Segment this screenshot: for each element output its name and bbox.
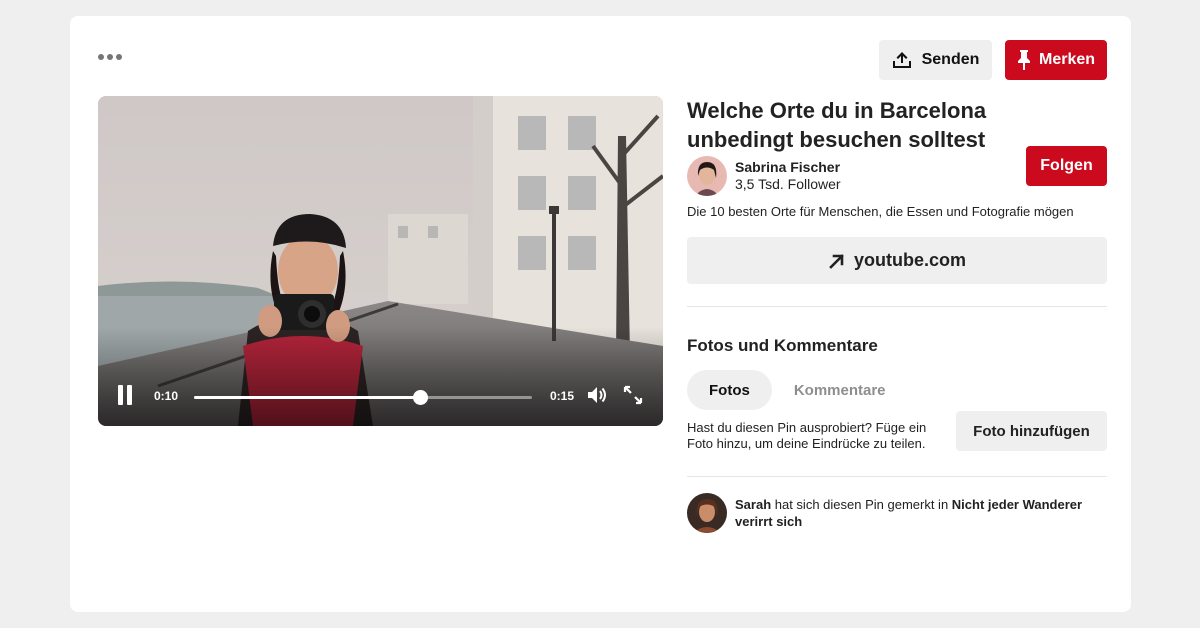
more-options-icon[interactable]	[98, 54, 122, 60]
comments-tabs: Fotos Kommentare	[687, 370, 908, 410]
pause-icon[interactable]	[118, 385, 132, 405]
current-time: 0:10	[154, 389, 179, 403]
pin-icon	[1017, 50, 1030, 70]
pin-description: Die 10 besten Orte für Menschen, die Ess…	[687, 204, 1074, 219]
video-controls: 0:10 0:15	[98, 370, 663, 426]
activity-user-avatar[interactable]	[687, 493, 727, 533]
author-avatar[interactable]	[687, 156, 727, 196]
progress-fill	[194, 396, 421, 399]
follow-button[interactable]: Folgen	[1026, 146, 1107, 186]
volume-icon[interactable]	[586, 384, 608, 406]
pin-title: Welche Orte du in Barcelona unbedingt be…	[687, 98, 987, 152]
progress-bar[interactable]	[194, 390, 532, 405]
divider	[687, 476, 1107, 477]
author-info[interactable]: Sabrina Fischer 3,5 Tsd. Follower	[687, 156, 841, 196]
video-player[interactable]: 0:10 0:15	[98, 96, 663, 426]
divider	[687, 306, 1107, 307]
activity-action: hat sich diesen Pin gemerkt in	[771, 497, 952, 512]
arrow-up-right-icon	[829, 253, 844, 269]
fullscreen-icon[interactable]	[622, 384, 644, 406]
save-button-label: Merken	[1038, 51, 1096, 68]
source-link-button[interactable]: youtube.com	[687, 237, 1107, 284]
activity-user-name[interactable]: Sarah	[735, 497, 771, 512]
source-link-label: youtube.com	[853, 250, 966, 270]
duration-time: 0:15	[550, 389, 575, 403]
save-button[interactable]: Merken	[1005, 40, 1107, 80]
tab-fotos[interactable]: Fotos	[687, 370, 772, 410]
tab-kommentare[interactable]: Kommentare	[772, 370, 908, 410]
author-name[interactable]: Sabrina Fischer	[735, 159, 841, 176]
comments-section-title: Fotos und Kommentare	[687, 336, 878, 355]
send-button-label: Senden	[921, 51, 980, 68]
pin-card: Senden Merken 0:10 0:15 Welche Orte du i…	[70, 16, 1131, 612]
add-photo-button[interactable]: Foto hinzufügen	[956, 411, 1107, 451]
upload-share-icon	[892, 52, 911, 68]
author-followers: 3,5 Tsd. Follower	[735, 176, 841, 192]
send-button[interactable]: Senden	[879, 40, 992, 80]
activity-item: Sarah hat sich diesen Pin gemerkt in Nic…	[687, 493, 1095, 533]
progress-handle[interactable]	[413, 390, 429, 405]
activity-text: Sarah hat sich diesen Pin gemerkt in Nic…	[735, 496, 1095, 530]
pin-details: Welche Orte du in Barcelona unbedingt be…	[687, 96, 1107, 533]
photo-prompt-text: Hast du diesen Pin ausprobiert? Füge ein…	[687, 420, 927, 451]
